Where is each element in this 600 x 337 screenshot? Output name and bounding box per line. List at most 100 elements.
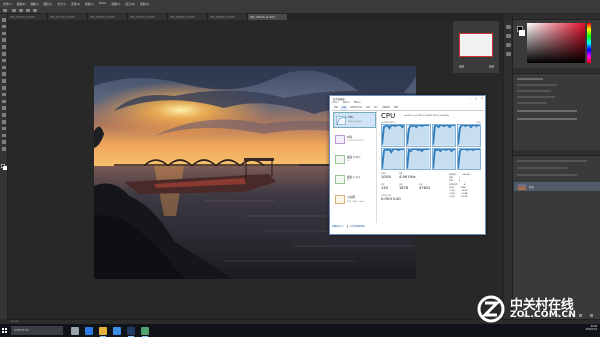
move-tool-icon[interactable] [2, 18, 6, 22]
dodge-tool-icon[interactable] [2, 106, 6, 110]
hand-tool-icon[interactable] [2, 140, 6, 144]
tool-preset-icon[interactable] [3, 9, 7, 12]
layer-name: 背景 [529, 186, 534, 189]
cpu-core-graph [406, 124, 431, 147]
navigator-thumbnail[interactable] [459, 33, 493, 57]
tm-tab[interactable]: 启动 [364, 106, 372, 110]
cpu-detail-key: 逻辑处理器: [449, 183, 459, 186]
sidebar-item-value: 100% 4.96 GHz [348, 120, 362, 123]
property-row [517, 90, 551, 92]
properties-icon[interactable] [506, 34, 511, 38]
cpu-detail-row: 基准速度: 4.00 GHz [449, 174, 470, 176]
zoom-tool-icon[interactable] [2, 147, 6, 151]
healing-tool-icon[interactable] [2, 58, 6, 63]
crop-tool-icon[interactable] [2, 45, 6, 49]
eyedropper-tool-icon[interactable] [2, 52, 6, 56]
maximize-icon[interactable]: □ [475, 97, 477, 100]
sidebar-item-disk[interactable]: 磁盘 0 (D:) 0% [333, 152, 376, 168]
tm-menu-item[interactable]: 文件(F) [332, 101, 339, 104]
fewer-details-link[interactable]: 简略信息(D) [332, 225, 344, 228]
menu-item[interactable]: 选择(S) [71, 2, 80, 6]
menu-item[interactable]: 帮助(H) [140, 2, 149, 6]
tm-tab[interactable]: 服务 [392, 106, 400, 110]
lasso-tool-icon[interactable] [2, 31, 6, 36]
background-chip[interactable] [519, 30, 525, 36]
task-view-icon[interactable] [71, 326, 79, 335]
tm-tab[interactable]: 性能 [340, 105, 349, 110]
layer-filter-row[interactable] [517, 160, 587, 162]
paragraph-icon[interactable] [506, 52, 511, 56]
zoom-in-icon[interactable] [489, 65, 494, 68]
blend-mode-row[interactable] [517, 167, 567, 169]
gradient-tool-icon[interactable] [2, 92, 6, 97]
core-utilization-line [407, 125, 430, 146]
menu-item[interactable]: 滤镜(T) [85, 2, 94, 6]
brush-tool-icon[interactable] [2, 65, 6, 70]
zoom-out-icon[interactable] [459, 65, 464, 68]
utilization-stat: 利用率 100% [381, 173, 391, 179]
cpu-heading: CPU [381, 112, 396, 120]
cpu-detail-row: L1 缓存: 256 KB [449, 190, 468, 192]
tm-tab[interactable]: 用户 [372, 106, 380, 110]
shape-tool-icon[interactable] [2, 133, 6, 138]
menu-item[interactable]: 窗口(W) [125, 2, 135, 6]
history-icon[interactable] [506, 25, 511, 29]
tm-tab[interactable]: 应用历史记录 [348, 106, 364, 110]
sidebar-item-value: 0% [347, 159, 350, 162]
sidebar-item-disk[interactable]: 磁盘 1 (C:) 0% [333, 172, 376, 188]
start-button[interactable] [0, 324, 9, 337]
option-icon[interactable] [12, 9, 16, 12]
menu-item[interactable]: 文件(F) [3, 2, 12, 6]
tm-menu-item[interactable]: 查看(V) [354, 101, 361, 104]
file-explorer-icon[interactable] [99, 326, 107, 337]
stamp-tool-icon[interactable] [2, 72, 6, 76]
pen-tool-icon[interactable] [2, 113, 6, 117]
zoom-level[interactable]: 16.67% [11, 321, 19, 323]
close-icon[interactable]: ✕ [481, 97, 483, 100]
property-row [517, 118, 577, 120]
tm-menu-item[interactable]: 选项(O) [343, 101, 350, 104]
cpu-detail-key: L2 缓存: [449, 193, 456, 196]
core-utilization-line [432, 148, 455, 169]
menu-item[interactable]: 图像(I) [31, 2, 39, 6]
marquee-tool-icon[interactable] [2, 24, 6, 29]
store-icon[interactable] [113, 326, 121, 335]
history-brush-icon[interactable] [2, 79, 6, 83]
color-picker-field[interactable] [527, 23, 585, 63]
tm-tab[interactable]: 详细信息 [380, 106, 392, 110]
cpu-detail-value: 已启用 [460, 186, 466, 189]
option-icon[interactable] [19, 9, 23, 12]
system-tray-clock[interactable]: 23:09 2017/7/12 [586, 325, 597, 331]
eraser-tool-icon[interactable] [2, 86, 6, 90]
blur-tool-icon[interactable] [2, 99, 6, 104]
sidebar-item-net[interactable]: 以太网 发送: 0 接收: 0 Kbps [333, 192, 376, 208]
lock-row[interactable] [517, 174, 577, 176]
menu-bar: 文件(F) 编辑(E) 图像(I) 图层(L) 文字(Y) 选择(S) 滤镜(T) 3D(D)… [0, 0, 600, 7]
quick-select-tool-icon[interactable] [2, 38, 6, 42]
menu-item[interactable]: 图层(L) [44, 2, 53, 6]
menu-item[interactable]: 文字(Y) [57, 2, 66, 6]
option-icon[interactable] [26, 9, 30, 12]
tools-panel [0, 14, 8, 319]
option-icon[interactable] [33, 9, 37, 12]
core-utilization-line [457, 125, 480, 146]
menu-item[interactable]: 视图(V) [111, 2, 120, 6]
menu-item[interactable]: 3D(D) [99, 2, 107, 5]
brush-icon[interactable] [506, 43, 511, 47]
resource-monitor-link[interactable]: 打开资源监视器 [350, 225, 365, 228]
tm-tab[interactable]: 进程 [332, 106, 340, 110]
hue-slider[interactable] [587, 23, 591, 63]
type-tool-icon[interactable] [2, 120, 6, 124]
path-select-tool-icon[interactable] [2, 126, 6, 131]
edge-icon[interactable] [85, 326, 93, 335]
photoshop-icon[interactable] [127, 326, 135, 337]
cortana-search-box[interactable]: 有问题尽管问我 [11, 326, 63, 335]
background-color-swatch[interactable] [3, 166, 7, 170]
layer-row-background[interactable]: 背景 [514, 182, 600, 191]
menu-item[interactable]: 编辑(E) [17, 2, 26, 6]
taskmanager-icon[interactable] [141, 326, 149, 337]
sidebar-item-mem[interactable]: 内存 5.3/15.9 GB (33%) [333, 132, 376, 148]
sidebar-item-value: 5.3/15.9 GB (33%) [347, 139, 364, 142]
sidebar-item-cpu[interactable]: CPU 100% 4.96 GHz [333, 112, 376, 128]
minimize-icon[interactable]: ─ [469, 97, 470, 100]
